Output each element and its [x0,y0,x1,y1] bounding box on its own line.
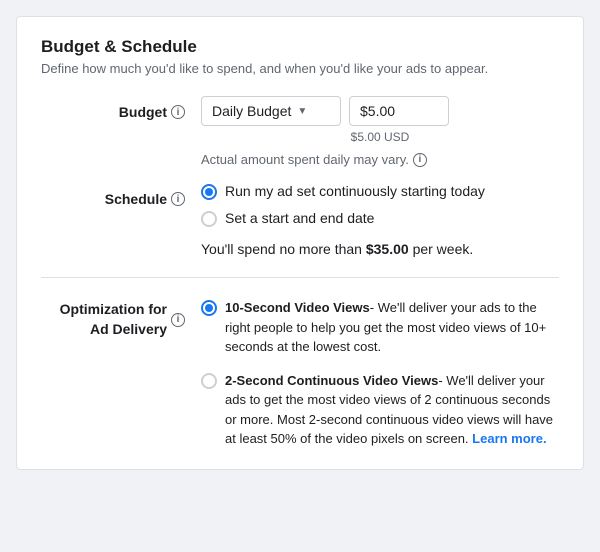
budget-usd-label: $5.00 USD [201,130,559,144]
schedule-radio-2[interactable] [201,211,217,227]
schedule-option-1-label: Run my ad set continuously starting toda… [225,183,485,199]
section-header: Budget & Schedule Define how much you'd … [41,37,559,76]
schedule-content: Run my ad set continuously starting toda… [201,183,559,257]
schedule-radio-1[interactable] [201,184,217,200]
budget-type-select[interactable]: Daily Budget ▼ [201,96,341,126]
opt-radio-1[interactable] [201,300,217,316]
opt-option-2-text: 2-Second Continuous Video Views- We'll d… [225,371,559,449]
budget-label: Budget i [41,96,201,120]
budget-content: Daily Budget ▼ $5.00 USD Actual amount s… [201,96,559,167]
opt-option-2-title: 2-Second Continuous Video Views [225,373,438,388]
schedule-row: Schedule i Run my ad set continuously st… [41,183,559,257]
weekly-amount: $35.00 [366,241,409,257]
budget-schedule-card: Budget & Schedule Define how much you'd … [16,16,584,470]
actual-amount-info-icon[interactable]: i [413,153,427,167]
optimization-row: Optimization for Ad Delivery i 10-Second… [41,298,559,449]
opt-option-1-title: 10-Second Video Views [225,300,370,315]
budget-amount-input[interactable] [349,96,449,126]
weekly-spend-notice: You'll spend no more than $35.00 per wee… [201,241,559,257]
section-subtitle: Define how much you'd like to spend, and… [41,61,559,76]
opt-option-10sec[interactable]: 10-Second Video Views- We'll deliver you… [201,298,559,357]
chevron-down-icon: ▼ [297,106,307,117]
optimization-info-icon[interactable]: i [171,313,185,327]
section-title: Budget & Schedule [41,37,559,57]
section-divider [41,277,559,278]
optimization-label: Optimization for Ad Delivery i [41,298,201,339]
budget-info-icon[interactable]: i [171,105,185,119]
schedule-option-dates[interactable]: Set a start and end date [201,210,559,227]
learn-more-link[interactable]: Learn more. [472,431,546,446]
opt-option-2sec[interactable]: 2-Second Continuous Video Views- We'll d… [201,371,559,449]
schedule-option-2-label: Set a start and end date [225,210,374,226]
optimization-radio-group: 10-Second Video Views- We'll deliver you… [201,298,559,449]
budget-select-value: Daily Budget [212,103,291,119]
budget-row: Budget i Daily Budget ▼ $5.00 USD Actual… [41,96,559,167]
schedule-option-continuous[interactable]: Run my ad set continuously starting toda… [201,183,559,200]
schedule-info-icon[interactable]: i [171,192,185,206]
schedule-label: Schedule i [41,183,201,207]
actual-amount-note: Actual amount spent daily may vary. i [201,152,559,167]
opt-radio-2[interactable] [201,373,217,389]
opt-option-1-text: 10-Second Video Views- We'll deliver you… [225,298,559,357]
budget-controls: Daily Budget ▼ [201,96,559,126]
schedule-radio-group: Run my ad set continuously starting toda… [201,183,559,227]
